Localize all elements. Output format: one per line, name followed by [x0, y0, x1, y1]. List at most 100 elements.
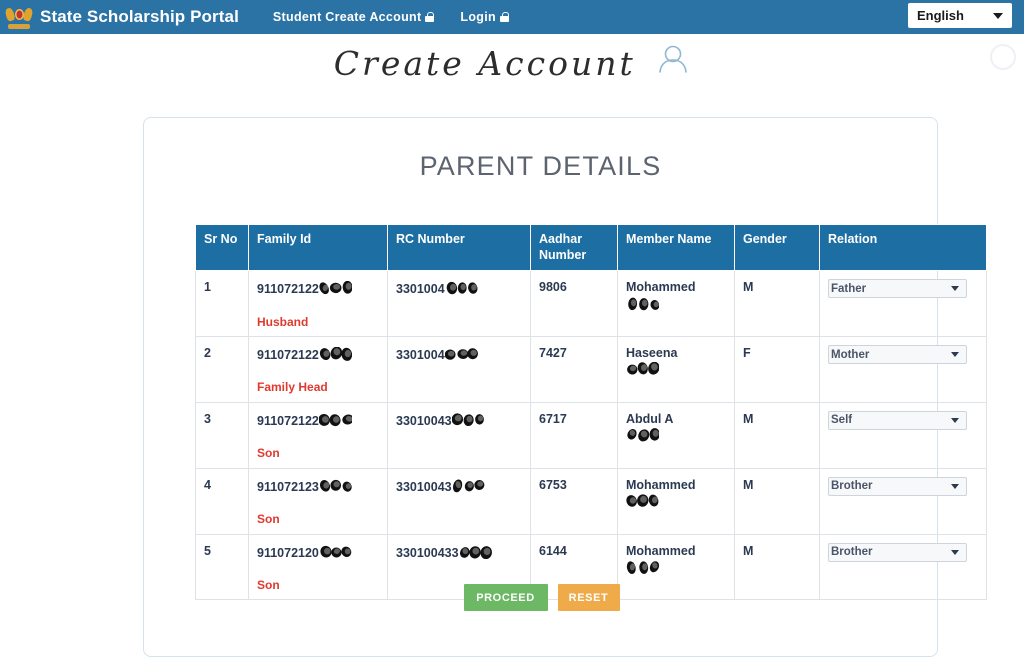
column-header-sr-no: Sr No — [195, 223, 249, 272]
cell-member-name: Mohammed — [617, 270, 735, 338]
cell-relation: FatherMotherSelfBrotherSisterGuardian — [819, 336, 987, 403]
redaction-mark — [445, 281, 478, 299]
column-header-family-id: Family Id — [248, 223, 388, 272]
cell-sr-no: 3 — [195, 401, 249, 469]
rc-number-value: 330100433 — [396, 545, 459, 560]
cell-aadhar-number: 6753 — [530, 467, 618, 535]
cell-gender: M — [734, 270, 820, 338]
column-header-relation: Relation — [819, 223, 987, 272]
table-row: 1 911072122 Husband 3301004 9806 Mohammed M Fat… — [195, 270, 987, 338]
page-heading: Create Account — [0, 44, 1024, 83]
navbar-links: Student Create Account Login — [273, 10, 509, 24]
relation-select-wrapper: FatherMotherSelfBrotherSisterGuardian — [828, 542, 967, 562]
cell-relation: FatherMotherSelfBrotherSisterGuardian — [819, 467, 987, 535]
rc-number-value: 33010043 — [396, 413, 452, 428]
relation-select[interactable]: FatherMotherSelfBrotherSisterGuardian — [828, 542, 967, 562]
column-header-rc-number: RC Number — [387, 223, 531, 272]
redaction-mark — [451, 413, 485, 431]
rc-number-value: 3301004 — [396, 348, 445, 363]
relation-select-wrapper: FatherMotherSelfBrotherSisterGuardian — [828, 279, 967, 299]
nav-link-student-create-account[interactable]: Student Create Account — [273, 10, 435, 24]
redaction-mark — [626, 494, 726, 512]
cell-rc-number: 3301004 — [387, 270, 531, 338]
parent-details-table: Sr No Family Id RC Number Aadhar Number … — [195, 223, 987, 601]
member-name-value: Abdul A — [626, 411, 674, 426]
proceed-button[interactable]: PROCEED — [463, 584, 548, 611]
top-navbar: State Scholarship Portal Student Create … — [0, 0, 1024, 34]
cell-member-name: Mohammed — [617, 467, 735, 535]
cell-rc-number: 33010043 — [387, 401, 531, 469]
relation-select[interactable]: FatherMotherSelfBrotherSisterGuardian — [828, 279, 967, 299]
cell-gender: M — [734, 401, 820, 469]
nav-link-login[interactable]: Login — [460, 10, 509, 24]
member-name-value: Mohammed — [626, 280, 696, 295]
relation-note: Husband — [257, 314, 309, 329]
parent-details-card: PARENT DETAILS Sr No Family Id RC Number… — [143, 117, 987, 657]
cell-sr-no: 1 — [195, 270, 249, 338]
member-name-value: Mohammed — [626, 543, 696, 558]
table-row: 4 911072123 Son 33010043 6753 Mohammed M Father… — [195, 467, 987, 535]
relation-note: Son — [257, 446, 280, 461]
column-header-gender: Gender — [734, 223, 820, 272]
table-row: 2 911072122 Family Head 3301004 7427 Haseena F… — [195, 336, 987, 403]
family-id-value: 911072122 — [257, 348, 319, 363]
relation-select[interactable]: FatherMotherSelfBrotherSisterGuardian — [828, 410, 967, 430]
table-body: 1 911072122 Husband 3301004 9806 Mohammed M Fat… — [195, 270, 987, 601]
table-row: 3 911072122 Son 33010043 6717 Abdul A M FatherM… — [195, 401, 987, 469]
column-header-aadhar-number: Aadhar Number — [530, 223, 618, 272]
cell-rc-number: 3301004 — [387, 336, 531, 403]
redaction-mark — [318, 413, 354, 431]
family-id-value: 911072120 — [257, 545, 319, 560]
user-outline-icon — [656, 44, 690, 79]
cell-aadhar-number: 7427 — [530, 336, 618, 403]
relation-select-wrapper: FatherMotherSelfBrotherSisterGuardian — [828, 476, 967, 496]
member-name-value: Mohammed — [626, 477, 696, 492]
reset-button[interactable]: RESET — [557, 584, 620, 611]
redaction-mark — [319, 545, 352, 563]
redaction-mark — [319, 479, 352, 497]
family-id-value: 911072122 — [257, 413, 319, 428]
cell-sr-no: 2 — [195, 336, 249, 403]
cell-family-id: 911072122 Husband — [248, 270, 388, 338]
cell-gender: M — [734, 467, 820, 535]
cell-family-id: 911072122 Son — [248, 401, 388, 469]
relation-note: Family Head — [257, 380, 328, 395]
cell-relation: FatherMotherSelfBrotherSisterGuardian — [819, 401, 987, 469]
relation-select-wrapper: FatherMotherSelfBrotherSisterGuardian — [828, 345, 967, 365]
nav-link-label: Login — [460, 10, 496, 24]
brand-title: State Scholarship Portal — [40, 7, 239, 26]
state-emblem-icon — [4, 2, 34, 32]
redaction-mark — [626, 362, 726, 380]
cell-gender: F — [734, 336, 820, 403]
cell-member-name: Abdul A — [617, 401, 735, 469]
relation-select[interactable]: FatherMotherSelfBrotherSisterGuardian — [828, 476, 967, 496]
page-title: Create Account — [333, 44, 636, 83]
brand: State Scholarship Portal — [4, 2, 239, 32]
card-title: PARENT DETAILS — [419, 151, 662, 181]
chevron-down-icon — [993, 12, 1003, 19]
cell-aadhar-number: 6717 — [530, 401, 618, 469]
redaction-mark — [626, 428, 726, 446]
relation-select-wrapper: FatherMotherSelfBrotherSisterGuardian — [828, 410, 967, 430]
rc-number-value: 33010043 — [396, 479, 452, 494]
redaction-mark — [452, 479, 485, 497]
redaction-mark — [459, 545, 492, 563]
parent-details-table-wrap: Sr No Family Id RC Number Aadhar Number … — [195, 223, 987, 601]
family-id-value: 911072123 — [257, 479, 319, 494]
language-selector[interactable]: English — [908, 3, 1012, 28]
redaction-mark — [444, 347, 478, 365]
rc-number-value: 3301004 — [396, 282, 445, 297]
table-header-row: Sr No Family Id RC Number Aadhar Number … — [195, 223, 987, 272]
relation-select[interactable]: FatherMotherSelfBrotherSisterGuardian — [828, 345, 967, 365]
member-name-value: Haseena — [626, 346, 678, 361]
column-header-member-name: Member Name — [617, 223, 735, 272]
cell-aadhar-number: 9806 — [530, 270, 618, 338]
cell-family-id: 911072122 Family Head — [248, 336, 388, 403]
redaction-mark — [319, 346, 353, 365]
cell-family-id: 911072123 Son — [248, 467, 388, 535]
relation-note: Son — [257, 512, 280, 527]
cell-sr-no: 4 — [195, 467, 249, 535]
language-selected-label: English — [917, 8, 964, 23]
lock-icon — [425, 12, 435, 22]
table-head: Sr No Family Id RC Number Aadhar Number … — [195, 223, 987, 272]
